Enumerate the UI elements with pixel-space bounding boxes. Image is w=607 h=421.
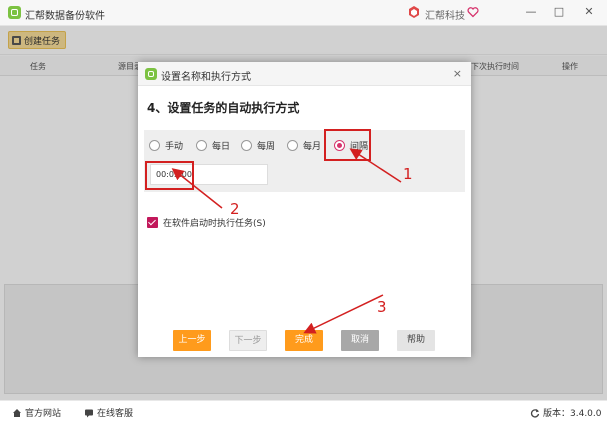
schedule-options-panel: 手动 每日 每周 每月 间隔 <box>144 130 465 192</box>
dialog-title: 设置名称和执行方式 <box>161 72 251 83</box>
maximize-button[interactable]: □ <box>551 4 567 20</box>
schedule-dialog: 设置名称和执行方式 × 4、设置任务的自动执行方式 手动 每日 每周 每月 间隔… <box>138 62 471 357</box>
startup-run-label: 在软件启动时执行任务(S) <box>163 219 266 229</box>
version-label: 版本：3.4.0.0 <box>543 409 602 419</box>
radio-monthly[interactable]: 每月 <box>287 139 321 152</box>
radio-monthly-label: 每月 <box>303 142 322 152</box>
radio-monthly-dot <box>287 140 298 151</box>
radio-daily[interactable]: 每日 <box>196 139 230 152</box>
startup-run-option[interactable]: 在软件启动时执行任务(S) <box>147 216 266 229</box>
radio-interval-label: 间隔 <box>350 142 369 152</box>
heart-icon[interactable] <box>467 6 479 18</box>
radio-interval[interactable]: 间隔 <box>334 139 368 152</box>
version-info[interactable]: 版本：3.4.0.0 <box>530 406 602 419</box>
next-step-button[interactable]: 下一步 <box>229 330 267 351</box>
home-icon <box>13 408 21 417</box>
support-label: 在线客服 <box>97 409 134 419</box>
radio-weekly-label: 每周 <box>257 142 276 152</box>
dialog-close-icon[interactable]: × <box>453 67 462 80</box>
radio-manual[interactable]: 手动 <box>149 139 183 152</box>
chat-icon <box>85 409 93 417</box>
support-link[interactable]: 在线客服 <box>84 406 133 419</box>
close-window-button[interactable]: ✕ <box>581 4 597 20</box>
website-link[interactable]: 官方网站 <box>12 406 61 419</box>
app-logo-icon <box>8 6 21 19</box>
radio-manual-dot <box>149 140 160 151</box>
radio-interval-dot <box>334 140 345 151</box>
annotation-label-1: 1 <box>403 165 413 183</box>
website-label: 官方网站 <box>25 409 62 419</box>
radio-manual-label: 手动 <box>165 142 184 152</box>
cancel-button[interactable]: 取消 <box>341 330 379 351</box>
radio-weekly[interactable]: 每周 <box>241 139 275 152</box>
radio-daily-label: 每日 <box>212 142 231 152</box>
brand-name: 汇帮科技 <box>425 11 465 22</box>
annotation-label-2: 2 <box>230 200 240 218</box>
help-button[interactable]: 帮助 <box>397 330 435 351</box>
brand-logo-icon <box>409 6 419 18</box>
finish-button[interactable]: 完成 <box>285 330 323 351</box>
section-title: 4、设置任务的自动执行方式 <box>147 101 300 115</box>
refresh-icon <box>530 408 540 418</box>
dialog-logo-icon <box>145 68 157 80</box>
annotation-label-3: 3 <box>377 298 387 316</box>
interval-time-input[interactable] <box>150 164 268 185</box>
title-bar: 汇帮数据备份软件 汇帮科技 — □ ✕ <box>0 0 607 26</box>
status-bar: 官方网站 在线客服 版本：3.4.0.0 <box>0 400 607 421</box>
app-title: 汇帮数据备份软件 <box>25 11 105 22</box>
radio-weekly-dot <box>241 140 252 151</box>
startup-run-checkbox[interactable] <box>147 217 158 228</box>
dialog-header: 设置名称和执行方式 × <box>138 62 471 86</box>
minimize-button[interactable]: — <box>523 4 539 20</box>
prev-step-button[interactable]: 上一步 <box>173 330 211 351</box>
radio-daily-dot <box>196 140 207 151</box>
